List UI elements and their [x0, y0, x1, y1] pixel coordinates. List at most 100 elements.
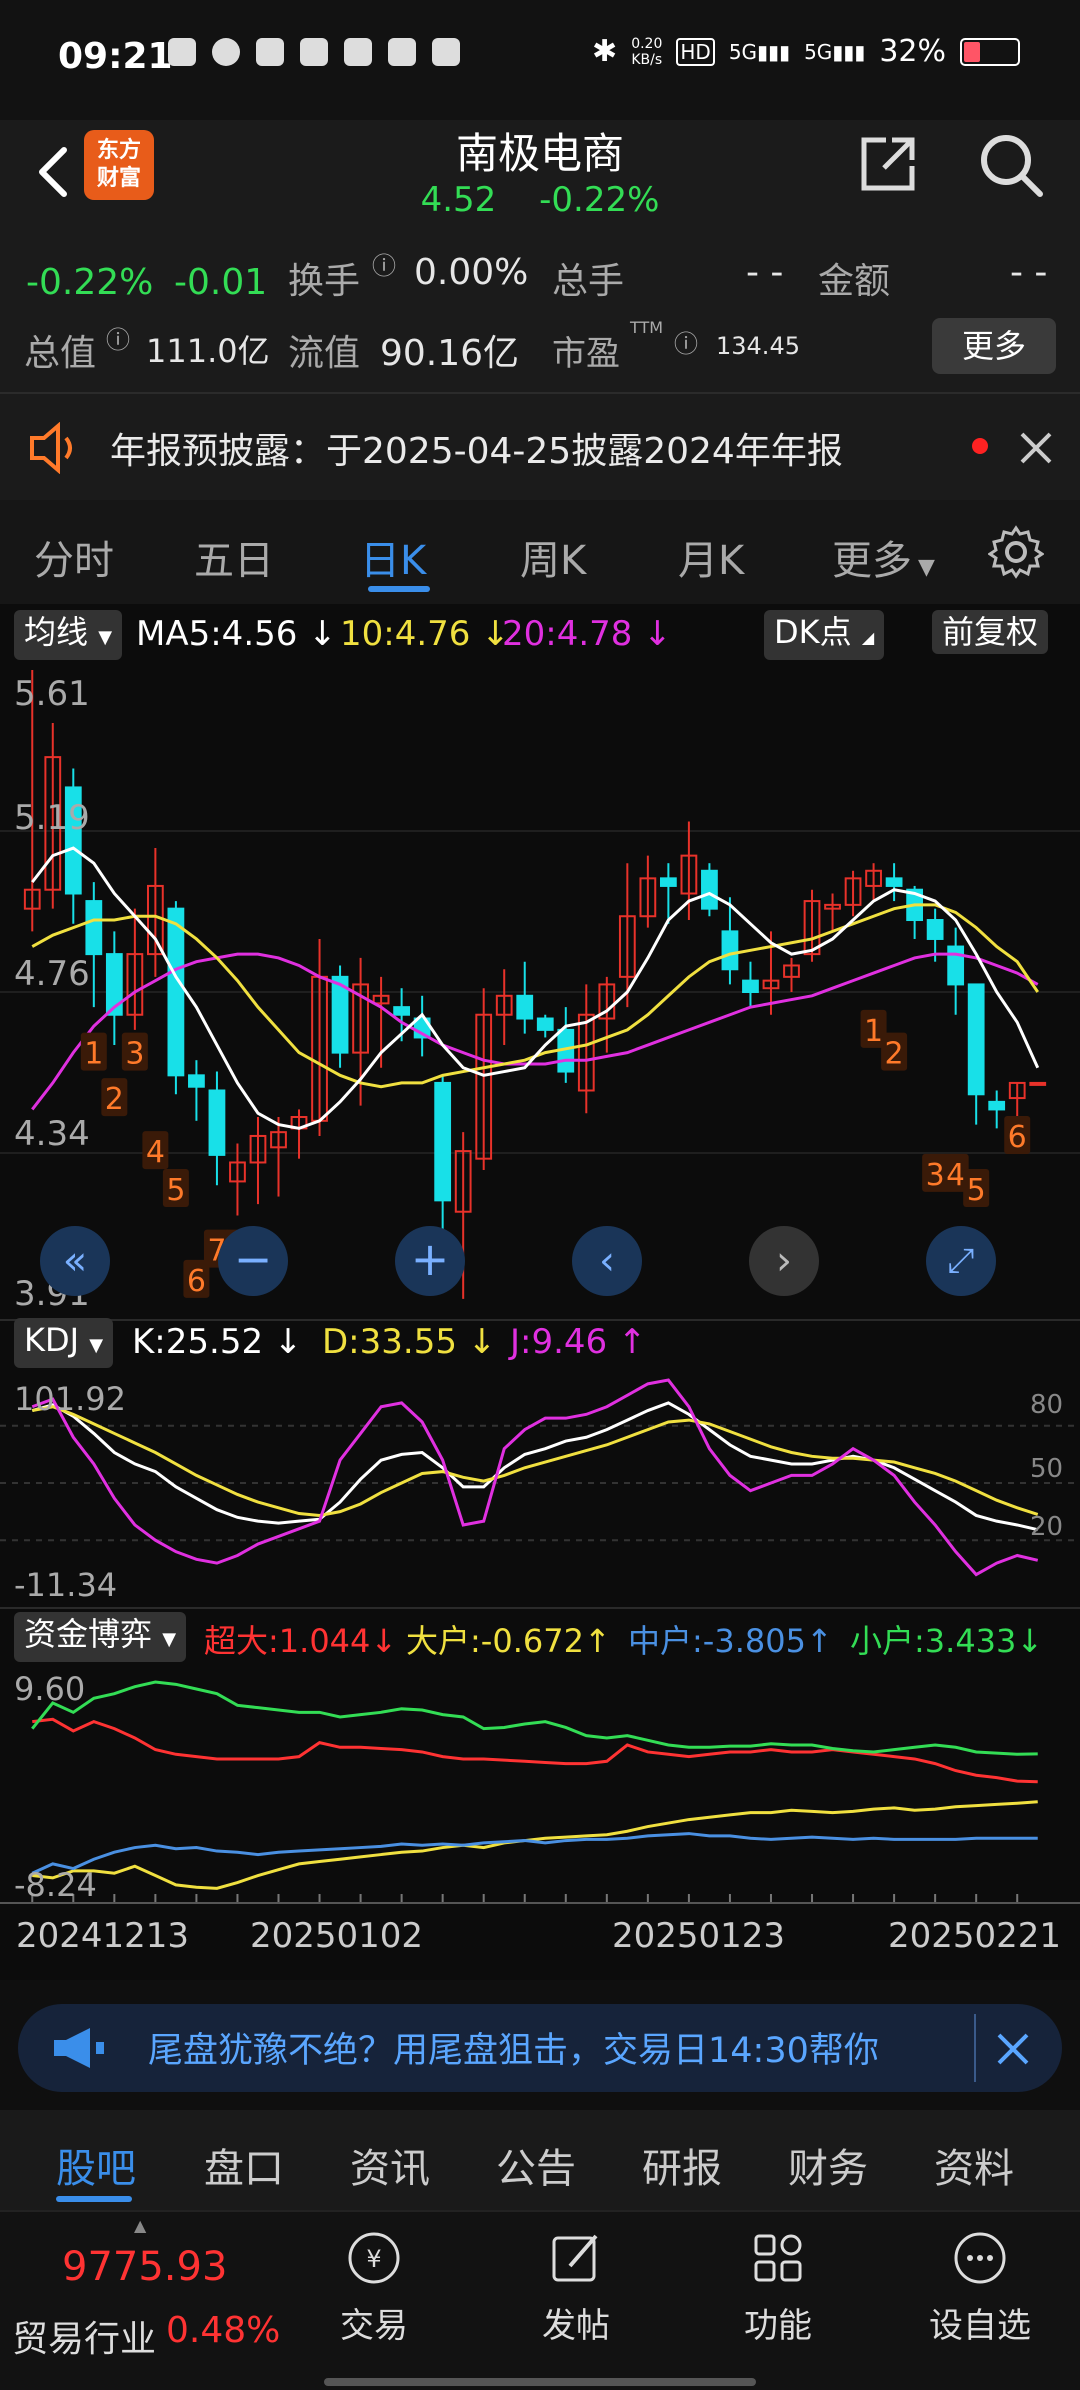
signal-5g-icon: 5G▮▮▮	[728, 39, 791, 64]
tab-research[interactable]: 研报	[642, 2136, 722, 2194]
info-icon[interactable]: ⓘ	[372, 246, 396, 281]
caret-down-icon: ▼	[89, 1335, 104, 1356]
ma20-legend: 20:4.78 ↓	[502, 614, 672, 654]
dk-label: DK点	[774, 613, 852, 651]
play-icon	[344, 38, 372, 66]
dk-marker-label: 6	[187, 1264, 206, 1299]
large-value: 大户:-0.672	[406, 1622, 584, 1660]
dk-marker-label: 3	[926, 1158, 945, 1193]
tab-guba[interactable]: 股吧	[56, 2136, 136, 2194]
nav-post[interactable]: 发帖	[496, 2212, 656, 2347]
dk-marker: 3	[121, 1032, 148, 1072]
adjust-button[interactable]: 前复权	[932, 610, 1049, 654]
trade-icon: ¥	[344, 2228, 404, 2288]
kdj-chart[interactable]	[0, 1374, 1080, 1610]
nav-trade[interactable]: ¥ 交易	[294, 2212, 454, 2347]
zoom-out-far-button[interactable]: «	[40, 1226, 110, 1296]
kdj-bg	[0, 1374, 1080, 1610]
quote-panel: -0.22% -0.01 换手 ⓘ 0.00% 总手 - - 金额 - - 总值…	[0, 232, 1080, 392]
candle-body	[208, 1089, 226, 1156]
dk-marker-label: 4	[146, 1135, 165, 1170]
tab-five-day[interactable]: 五日	[194, 528, 274, 586]
k-value: K:25.52	[132, 1322, 264, 1362]
mid-legend: 中户:-3.805↑	[628, 1616, 833, 1662]
scroll-right-button[interactable]: ›	[749, 1226, 819, 1296]
announcement-bar[interactable]: 年报预披露：于2025-04-25披露2024年年报	[0, 392, 1080, 502]
candle-body	[947, 945, 965, 986]
kdj-ref-20: 20	[1030, 1512, 1064, 1542]
candle-body	[536, 1017, 554, 1031]
date-label: 20241213	[16, 1916, 190, 1956]
kdj-ref-80: 80	[1030, 1390, 1064, 1420]
dk-marker-label: 5	[967, 1173, 986, 1208]
dk-button[interactable]: DK点 ◢	[764, 610, 885, 660]
nav-function[interactable]: 功能	[698, 2212, 858, 2347]
tab-finance[interactable]: 财务	[788, 2136, 868, 2194]
chart-area: 均线 ▼ MA5:4.56 ↓ 10:4.76 ↓ 20:4.78 ↓ DK点 …	[0, 604, 1080, 1980]
tab-intraday[interactable]: 分时	[34, 528, 114, 586]
dk-marker-label: 4	[946, 1158, 965, 1193]
tab-weekly-k[interactable]: 周K	[520, 528, 586, 586]
kdj-chip-label: KDJ	[24, 1321, 80, 1359]
candlestick-chart[interactable]: 123456789123456	[0, 660, 1080, 1324]
tab-news[interactable]: 资讯	[350, 2136, 430, 2194]
dk-marker: 2	[101, 1078, 128, 1117]
settings-gear-icon[interactable]	[987, 524, 1045, 580]
fund-selector[interactable]: 资金博弈 ▼	[14, 1612, 187, 1662]
dk-marker-label: 3	[125, 1037, 144, 1072]
candle-body	[85, 900, 103, 956]
tab-announcements[interactable]: 公告	[496, 2136, 576, 2194]
pe-info-icon[interactable]: ⓘ	[674, 324, 698, 359]
tab-pankou[interactable]: 盘口	[204, 2136, 284, 2194]
nav-watchlist-label: 设自选	[929, 2306, 1031, 2346]
tab-daily-k[interactable]: 日K	[360, 528, 426, 586]
candle-body	[742, 979, 759, 993]
search-icon[interactable]	[976, 130, 1046, 200]
date-label: 20250123	[612, 1916, 786, 1956]
ma10-value: 10:4.76	[340, 614, 471, 654]
header-price: 4.52	[420, 180, 497, 220]
zoom-in-button[interactable]: +	[395, 1226, 465, 1296]
network-speed-value: 0.20	[631, 35, 663, 52]
zoom-out-button[interactable]: −	[218, 1226, 288, 1296]
arrow-up-icon: ↑	[583, 1622, 611, 1660]
banner-close-icon[interactable]	[994, 2030, 1032, 2068]
promo-banner[interactable]: 尾盘犹豫不绝？用尾盘狙击，交易日14:30帮你	[18, 2004, 1062, 2092]
ma-selector[interactable]: 均线 ▼	[14, 610, 123, 660]
scroll-left-button[interactable]: ‹	[572, 1226, 642, 1296]
super-legend: 超大:1.044↓	[204, 1616, 397, 1662]
close-icon[interactable]	[1016, 428, 1056, 468]
price-axis-label: 5.19	[14, 798, 90, 838]
ma10-legend: 10:4.76 ↓	[340, 614, 510, 654]
fund-chart[interactable]	[0, 1668, 1080, 1904]
bottom-nav: ▲ 9775.93 贸易行业 0.48% ¥ 交易 发帖 功能 设自选	[0, 2210, 1080, 2390]
price-axis-label: 4.34	[14, 1114, 90, 1154]
fullscreen-button[interactable]: ⤢	[926, 1226, 996, 1296]
header-change-pct: -0.22%	[539, 180, 660, 220]
sector-index[interactable]: ▲ 9775.93 贸易行业 0.48%	[0, 2212, 290, 2390]
dk-marker-label: 2	[105, 1082, 124, 1117]
kdj-axis-bottom: -11.34	[14, 1566, 118, 1604]
arrow-down-icon: ↓	[308, 614, 337, 654]
tab-more[interactable]: 更多 ▼	[832, 528, 935, 586]
kdj-selector[interactable]: KDJ ▼	[14, 1318, 114, 1368]
index-value: 9775.93	[62, 2244, 228, 2290]
arrow-down-icon: ↓	[1016, 1622, 1044, 1660]
more-button[interactable]: 更多	[932, 318, 1056, 374]
tab-profile[interactable]: 资料	[934, 2136, 1014, 2194]
tab-monthly-k[interactable]: 月K	[678, 528, 744, 586]
status-time: 09:21	[58, 36, 173, 77]
nav-watchlist[interactable]: 设自选	[900, 2212, 1060, 2347]
shield-icon	[432, 38, 460, 66]
send-icon	[388, 38, 416, 66]
mktcap-info-icon[interactable]: ⓘ	[106, 320, 130, 355]
candle-body	[659, 877, 677, 887]
speaker-icon	[26, 421, 82, 475]
status-bar: 09:21 ✱ 0.20 KB/s HD 5G▮▮▮ 5G▮▮▮ 32%	[0, 0, 1080, 120]
pe-value: 134.45	[716, 332, 800, 360]
kdj-ref-50: 50	[1030, 1454, 1064, 1484]
caret-down-icon: ▼	[918, 555, 935, 580]
share-icon[interactable]	[856, 132, 920, 196]
candle-body	[926, 919, 944, 940]
fund-chip-label: 资金博弈	[24, 1615, 153, 1653]
